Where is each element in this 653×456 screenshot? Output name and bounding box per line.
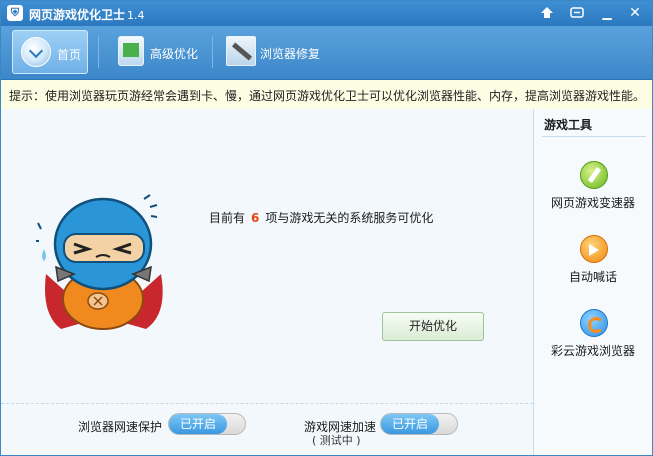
tab-advanced-optimize-label: 高级优化: [150, 47, 199, 61]
home-icon: [21, 37, 51, 67]
skin-icon[interactable]: [536, 4, 558, 22]
game-speed-state: 已开启: [381, 414, 439, 434]
optimize-message: 目前有 6 项与游戏无关的系统服务可优化: [209, 209, 433, 226]
window-title-text: 网页游戏优化卫士: [29, 8, 126, 22]
app-window: ⛨ 网页游戏优化卫士 1.4 ▁ ✕ 首页 高级优化 浏览器修复 提示：使用浏览器…: [0, 0, 653, 456]
toolbar-divider: [212, 36, 213, 68]
message-prefix: 目前有: [209, 211, 246, 225]
game-speed-toggle[interactable]: 已开启: [380, 413, 458, 435]
tool-auto-shout-label: 自动喊话: [568, 270, 617, 284]
optimizable-count: 6: [251, 211, 260, 225]
tool-caiyun-browser[interactable]: 彩云游戏浏览器: [534, 309, 652, 369]
toolbar-divider: [98, 36, 99, 68]
tab-browser-repair[interactable]: 浏览器修复: [222, 30, 332, 74]
app-shield-icon: ⛨: [7, 5, 23, 21]
advanced-optimize-icon: [118, 36, 144, 66]
auto-shout-icon: [580, 235, 608, 263]
start-optimize-button[interactable]: 开始优化: [382, 312, 484, 341]
browser-repair-icon: [226, 36, 256, 66]
sidebar-title: 游戏工具: [544, 118, 593, 132]
tip-bar: 提示：使用浏览器玩页游经常会遇到卡、慢，通过网页游戏优化卫士可以优化浏览器性能、…: [1, 80, 652, 110]
sidebar-title-underline: [542, 136, 646, 137]
browser-protect-toggle[interactable]: 已开启: [168, 413, 246, 435]
menu-icon[interactable]: [566, 4, 588, 22]
version-label: 1.4: [127, 9, 145, 22]
title-bar[interactable]: ⛨ 网页游戏优化卫士 1.4 ▁ ✕: [1, 1, 652, 26]
tab-home[interactable]: 首页: [12, 30, 88, 74]
speed-changer-icon: [580, 161, 608, 189]
tip-text: 提示：使用浏览器玩页游经常会遇到卡、慢，通过网页游戏优化卫士可以优化浏览器性能、…: [9, 89, 646, 103]
tool-auto-shout[interactable]: 自动喊话: [534, 235, 652, 295]
testing-status: ( 测试中 ): [312, 434, 361, 447]
tab-browser-repair-label: 浏览器修复: [260, 47, 321, 61]
bottom-divider: [1, 403, 533, 404]
tool-speed-changer-label: 网页游戏变速器: [550, 196, 635, 210]
close-button[interactable]: ✕: [624, 4, 646, 22]
tab-advanced-optimize[interactable]: 高级优化: [114, 30, 204, 74]
caiyun-browser-icon: [580, 309, 608, 337]
message-suffix: 项与游戏无关的系统服务可优化: [265, 211, 434, 225]
game-tools-sidebar: 游戏工具 网页游戏变速器 自动喊话 彩云游戏浏览器: [534, 109, 652, 455]
ninja-mascot-image: [36, 194, 163, 330]
window-title: 网页游戏优化卫士 1.4: [29, 6, 145, 23]
main-panel: 目前有 6 项与游戏无关的系统服务可优化 开始优化 浏览器网速保护 已开启 游戏网速…: [1, 109, 533, 455]
tab-home-label: 首页: [57, 48, 82, 62]
tool-speed-changer[interactable]: 网页游戏变速器: [534, 161, 652, 221]
main-toolbar: 首页 高级优化 浏览器修复: [1, 26, 652, 80]
tool-caiyun-browser-label: 彩云游戏浏览器: [550, 344, 635, 358]
browser-protect-state: 已开启: [169, 414, 227, 434]
browser-protect-label: 浏览器网速保护: [78, 420, 163, 434]
minimize-button[interactable]: ▁: [596, 4, 618, 22]
